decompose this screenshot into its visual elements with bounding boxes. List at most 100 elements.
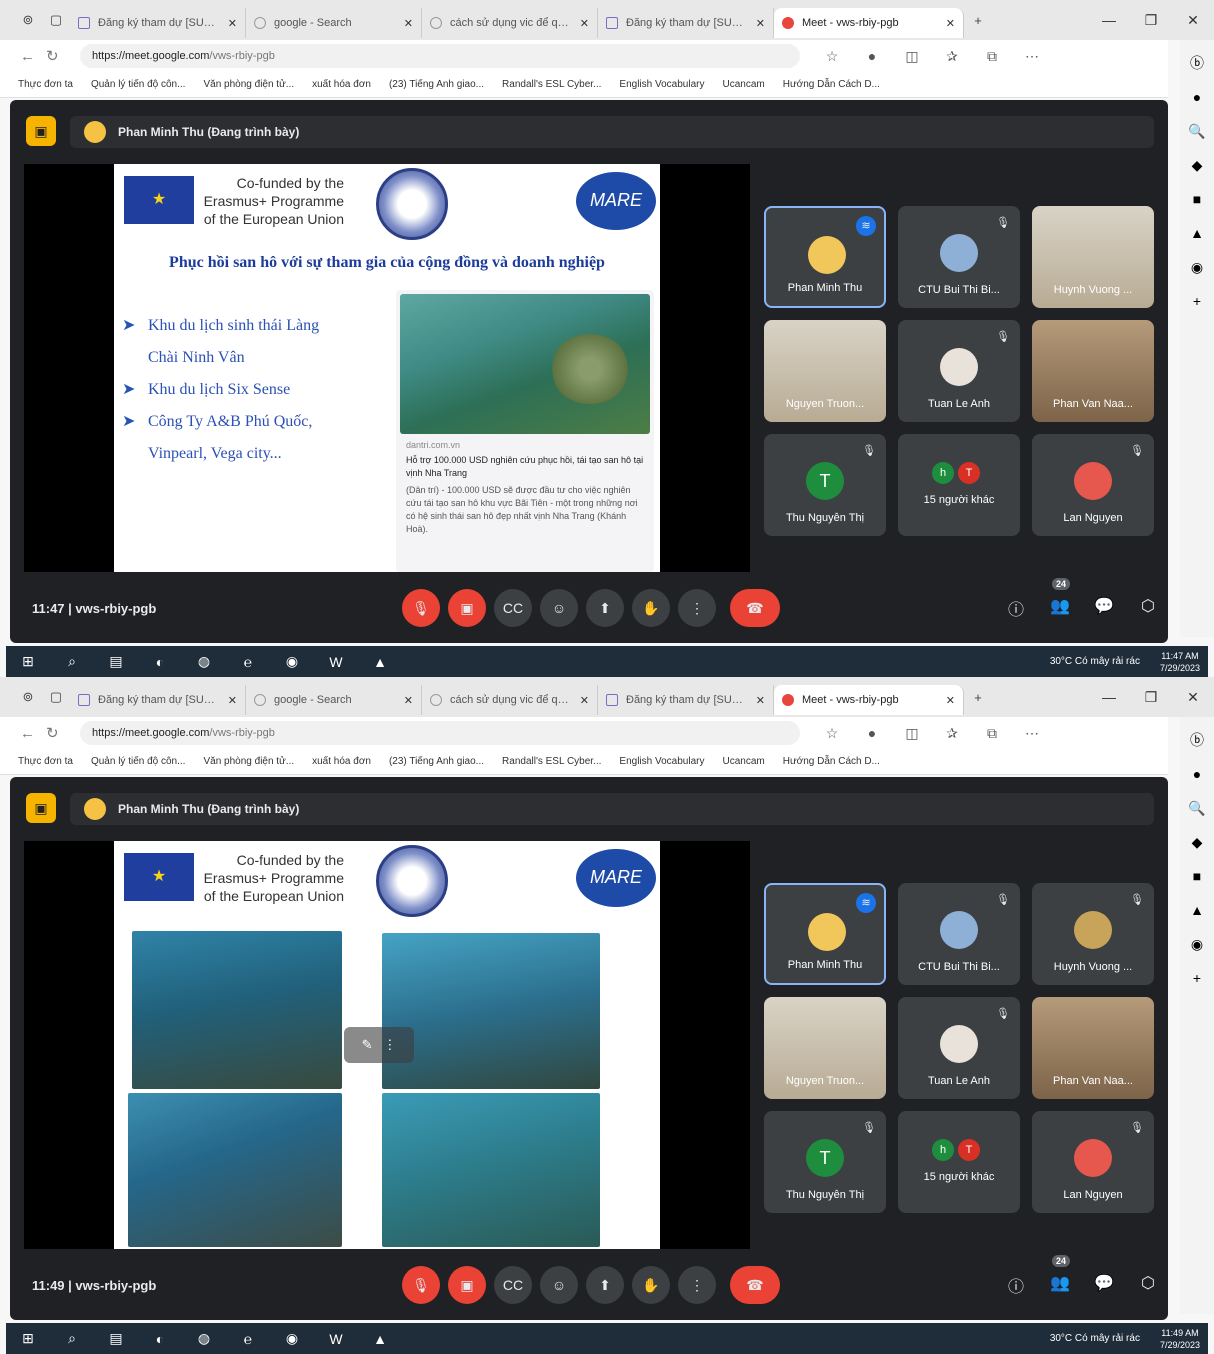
bookmark[interactable]: English Vocabulary	[619, 756, 704, 767]
refresh-icon[interactable]: ↻	[46, 47, 72, 65]
shopping-icon[interactable]: ●	[1193, 757, 1201, 791]
close-icon[interactable]: ✕	[404, 694, 413, 707]
favorite-icon[interactable]: ☆	[812, 725, 852, 742]
restore-icon[interactable]: ❐	[1130, 12, 1172, 29]
participant-tile[interactable]: 🎙 CTU Bui Thi Bi...	[898, 206, 1020, 308]
participant-video-tile[interactable]: Phan Van Naa...	[1032, 997, 1154, 1099]
activities-icon[interactable]: ⬡	[1126, 1273, 1170, 1297]
bookmark[interactable]: Văn phòng điện tử...	[203, 756, 294, 767]
tab-2[interactable]: google - Search ✕	[246, 8, 422, 38]
games-icon[interactable]: ■	[1193, 182, 1201, 216]
close-icon[interactable]: ✕	[228, 17, 237, 30]
mic-off-button[interactable]: 🎙	[402, 589, 440, 627]
tools-icon[interactable]: ◆	[1192, 148, 1203, 182]
close-icon[interactable]: ✕	[404, 17, 413, 30]
bookmark[interactable]: Randall's ESL Cyber...	[502, 79, 601, 90]
bookmark[interactable]: Thực đơn ta	[18, 756, 73, 767]
office-icon[interactable]: ▲	[1190, 216, 1204, 250]
new-tab-icon[interactable]: +	[964, 13, 992, 28]
emoji-button[interactable]: ☺	[540, 1266, 578, 1304]
present-button[interactable]: ⬆	[586, 589, 624, 627]
ie-icon[interactable]: ℮	[226, 1331, 270, 1347]
bookmark[interactable]: Ucancam	[722, 79, 764, 90]
participant-tile[interactable]: 🎙 T Thu Nguyễn Thị	[764, 1111, 886, 1213]
bookmark[interactable]: English Vocabulary	[619, 79, 704, 90]
collections-icon[interactable]: ⧉	[972, 725, 1012, 742]
tab-1[interactable]: Đăng ký tham dự [SUMAR ✕	[70, 685, 246, 715]
captions-button[interactable]: CC	[494, 589, 532, 627]
add-icon[interactable]: +	[1193, 284, 1201, 318]
participant-video-tile[interactable]: Nguyen Truon...	[764, 320, 886, 422]
search-icon[interactable]: ⌕	[50, 1330, 94, 1347]
participant-video-tile[interactable]: Huynh Vuong ...	[1032, 206, 1154, 308]
vlc-icon[interactable]: ▲	[358, 654, 402, 670]
bookmark[interactable]: Hướng Dẫn Cách D...	[783, 756, 880, 767]
close-icon[interactable]: ✕	[580, 694, 589, 707]
raise-hand-button[interactable]: ✋	[632, 1266, 670, 1304]
url-field[interactable]: https://meet.google.com/vws-rbiy-pgb	[80, 721, 800, 745]
url-field[interactable]: https://meet.google.com/vws-rbiy-pgb	[80, 44, 800, 68]
more-options-button[interactable]: ⋮	[678, 1266, 716, 1304]
more-icon[interactable]: ⋯	[1012, 48, 1052, 65]
close-icon[interactable]: ✕	[946, 694, 955, 707]
info-icon[interactable]: ⓘ	[994, 596, 1038, 620]
zalo-icon[interactable]: ◉	[270, 1330, 314, 1347]
word-icon[interactable]: W	[314, 1331, 358, 1347]
participant-tile[interactable]: 🎙 Tuan Le Anh	[898, 997, 1020, 1099]
tab-meet[interactable]: Meet - vws-rbiy-pgb ✕	[774, 685, 964, 715]
leave-call-button[interactable]: ☎	[730, 1266, 780, 1304]
start-icon[interactable]: ⊞	[6, 1330, 50, 1347]
people-icon[interactable]: 👥 24	[1038, 578, 1082, 620]
close-icon[interactable]: ✕	[580, 17, 589, 30]
bookmark[interactable]: Văn phòng điện tử...	[203, 79, 294, 90]
tools-icon[interactable]: ◆	[1192, 825, 1203, 859]
participant-tile[interactable]: ≋ Phan Minh Thu	[764, 206, 886, 308]
bookmark[interactable]: Quản lý tiến độ côn...	[91, 79, 186, 90]
chrome-icon[interactable]: ◍	[182, 653, 226, 670]
presentation-icon[interactable]: ▣	[26, 793, 56, 823]
bookmark[interactable]: Randall's ESL Cyber...	[502, 756, 601, 767]
restore-icon[interactable]: ❐	[1130, 689, 1172, 706]
edge-icon[interactable]: ◐	[138, 654, 182, 670]
participant-video-tile[interactable]: Nguyen Truon...	[764, 997, 886, 1099]
tab-meet[interactable]: Meet - vws-rbiy-pgb ✕	[774, 8, 964, 38]
participant-tile[interactable]: 🎙 Huynh Vuong ...	[1032, 883, 1154, 985]
weather-widget[interactable]: 30°C Có mây rải rác	[1050, 656, 1140, 667]
ie-icon[interactable]: ℮	[226, 654, 270, 670]
bookmark[interactable]: (23) Tiếng Anh giao...	[389, 756, 484, 767]
games-icon[interactable]: ■	[1193, 859, 1201, 893]
profile-icon[interactable]: ●	[852, 48, 892, 65]
search-icon[interactable]: 🔍	[1188, 114, 1205, 148]
presentation-overlay-controls[interactable]: ✎ ⋮	[344, 1027, 414, 1063]
back-icon[interactable]: ←	[20, 725, 46, 742]
start-icon[interactable]: ⊞	[6, 653, 50, 670]
close-icon[interactable]: ✕	[756, 694, 765, 707]
new-tab-icon[interactable]: +	[964, 690, 992, 705]
tab-actions-icon[interactable]: ▢	[42, 689, 70, 705]
participant-tile[interactable]: 🎙 Lan Nguyen	[1032, 1111, 1154, 1213]
outlook-icon[interactable]: ◉	[1191, 250, 1203, 284]
bing-icon[interactable]: ⓑ	[1190, 723, 1204, 757]
chat-icon[interactable]: 💬	[1082, 596, 1126, 620]
tab-4[interactable]: Đăng ký tham dự [SUMAR ✕	[598, 8, 774, 38]
close-window-icon[interactable]: ✕	[1172, 12, 1214, 29]
more-options-button[interactable]: ⋮	[678, 589, 716, 627]
present-button[interactable]: ⬆	[586, 1266, 624, 1304]
favorites-icon[interactable]: ✰	[932, 725, 972, 742]
split-screen-icon[interactable]: ◫	[892, 725, 932, 742]
bookmark[interactable]: Thực đơn ta	[18, 79, 73, 90]
search-icon[interactable]: ⌕	[50, 653, 94, 670]
file-explorer-icon[interactable]: ▤	[94, 1330, 138, 1347]
office-icon[interactable]: ▲	[1190, 893, 1204, 927]
workspaces-icon[interactable]: ⊚	[14, 12, 42, 28]
close-icon[interactable]: ✕	[946, 17, 955, 30]
raise-hand-button[interactable]: ✋	[632, 589, 670, 627]
zalo-icon[interactable]: ◉	[270, 653, 314, 670]
profile-icon[interactable]: ●	[852, 725, 892, 742]
file-explorer-icon[interactable]: ▤	[94, 653, 138, 670]
presentation-icon[interactable]: ▣	[26, 116, 56, 146]
favorite-icon[interactable]: ☆	[812, 48, 852, 65]
more-icon[interactable]: ⋯	[1012, 725, 1052, 742]
add-icon[interactable]: +	[1193, 961, 1201, 995]
tab-2[interactable]: google - Search ✕	[246, 685, 422, 715]
